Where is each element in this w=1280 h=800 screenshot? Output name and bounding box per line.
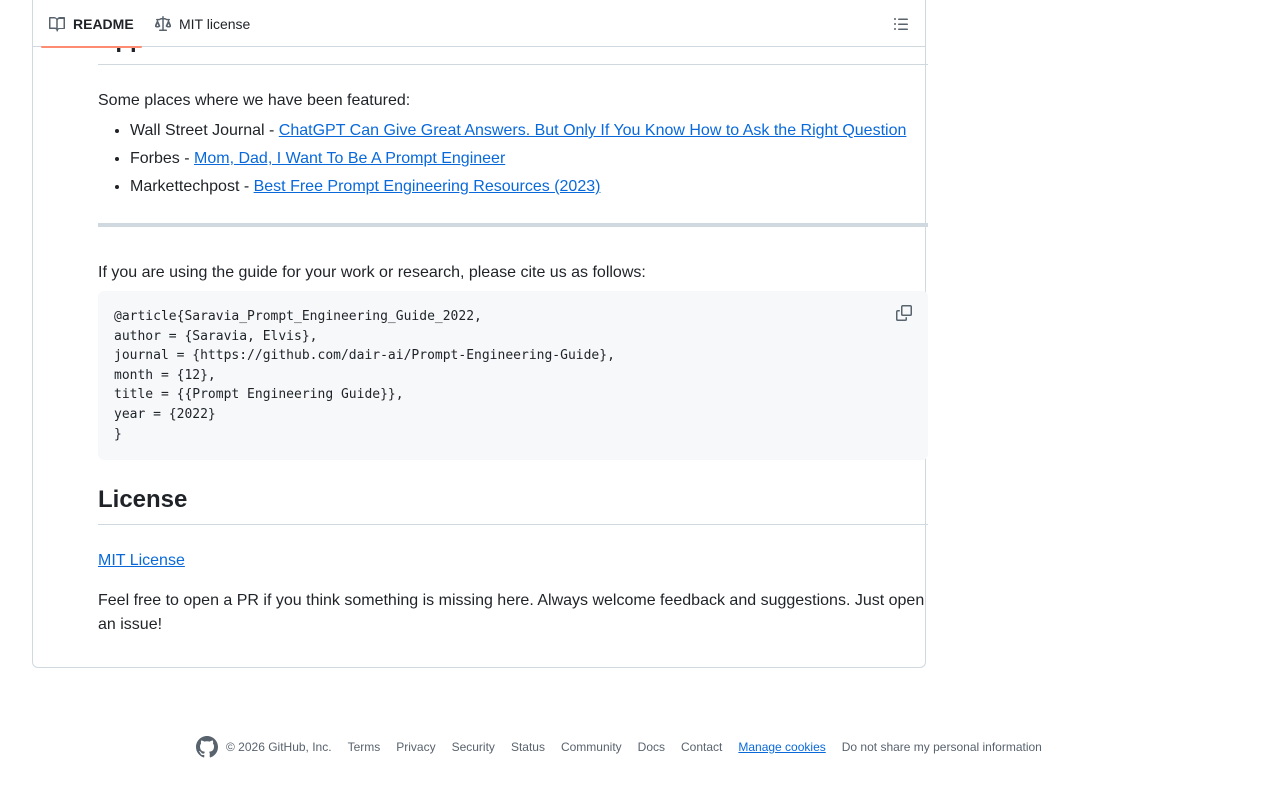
footer-link-community[interactable]: Community — [561, 740, 622, 754]
tab-license[interactable]: MIT license — [155, 0, 250, 47]
law-icon — [155, 15, 179, 32]
article-link-markettechpost[interactable]: Best Free Prompt Engineering Resources (… — [254, 178, 601, 195]
list-item-source: Forbes - — [130, 150, 195, 167]
footer-copyright: © 2026 GitHub, Inc. — [226, 740, 332, 754]
citation-intro: If you are using the guide for your work… — [98, 264, 646, 281]
footer-link-terms[interactable]: Terms — [348, 740, 381, 754]
readme-card: Appearances Some places where we have be… — [32, 0, 928, 668]
footer-link-manage-cookies[interactable]: Manage cookies — [738, 740, 825, 754]
tab-readme-label: README — [73, 15, 134, 32]
mit-license-link[interactable]: MIT License — [98, 552, 185, 569]
list-item-source: Markettechpost - — [130, 178, 254, 195]
appearances-intro: Some places where we have been featured: — [98, 92, 411, 109]
footer-link-privacy[interactable]: Privacy — [396, 740, 435, 754]
tab-readme[interactable]: README — [41, 0, 142, 48]
license-link-paragraph: MIT License — [98, 549, 928, 573]
article-link-forbes[interactable]: Mom, Dad, I Want To Be A Prompt Engineer — [194, 150, 505, 167]
license-note: Feel free to open a PR if you think some… — [98, 592, 925, 633]
footer-link-docs[interactable]: Docs — [638, 740, 665, 754]
readme-tab-bar: README MIT license — [32, 0, 926, 48]
article-link-wsj[interactable]: ChatGPT Can Give Great Answers. But Only… — [279, 122, 907, 139]
github-mark-icon[interactable] — [196, 736, 218, 758]
list-item: Markettechpost - Best Free Prompt Engine… — [130, 175, 930, 199]
list-item: Wall Street Journal - ChatGPT Can Give G… — [130, 119, 930, 143]
appearances-list: Wall Street Journal - ChatGPT Can Give G… — [98, 119, 930, 203]
list-item-source: Wall Street Journal - — [130, 122, 279, 139]
list-item: Forbes - Mom, Dad, I Want To Be A Prompt… — [130, 147, 930, 171]
page-footer: © 2026 GitHub, Inc. Terms Privacy Securi… — [196, 736, 1058, 758]
citation-code: @article{Saravia_Prompt_Engineering_Guid… — [114, 309, 615, 442]
copy-icon[interactable] — [896, 305, 912, 321]
horizontal-rule — [98, 223, 928, 227]
book-icon — [49, 16, 73, 32]
citation-code-block: @article{Saravia_Prompt_Engineering_Guid… — [98, 291, 928, 460]
footer-link-security[interactable]: Security — [452, 740, 495, 754]
footer-link-status[interactable]: Status — [511, 740, 545, 754]
footer-link-do-not-share[interactable]: Do not share my personal information — [842, 740, 1042, 754]
list-icon[interactable] — [893, 16, 909, 32]
tab-license-label: MIT license — [179, 15, 251, 32]
license-heading: License — [98, 485, 928, 525]
footer-link-contact[interactable]: Contact — [681, 740, 722, 754]
